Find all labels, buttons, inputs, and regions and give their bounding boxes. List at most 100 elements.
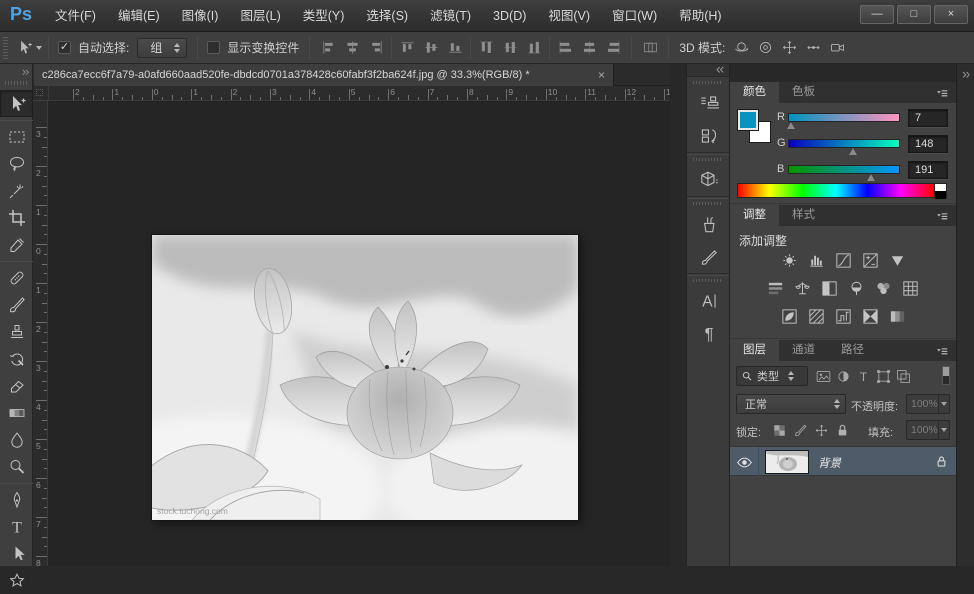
3d-orbit-button[interactable] xyxy=(730,37,752,59)
shape-layer-filter-button[interactable] xyxy=(874,367,893,386)
document-tab[interactable]: c286ca7ecc6f7a79-a0afd660aad520fe-dbdcd0… xyxy=(34,64,614,86)
auto-select-target-dropdown[interactable]: 组 xyxy=(137,38,187,58)
dock-gripper[interactable] xyxy=(687,199,729,207)
dock-panel-3d-button[interactable] xyxy=(687,163,731,196)
align-left-button[interactable] xyxy=(317,37,339,59)
smart-object-filter-button[interactable] xyxy=(894,367,913,386)
tool-horizontal-type[interactable]: T xyxy=(0,513,33,540)
slider-track-g[interactable] xyxy=(788,139,900,148)
maximize-button[interactable]: □ xyxy=(897,5,931,24)
layers-panel-tab-3[interactable]: 路径 xyxy=(828,340,877,361)
auto-align-button[interactable] xyxy=(639,37,661,59)
lock-all-button[interactable] xyxy=(833,421,851,439)
tool-brush[interactable] xyxy=(0,291,33,318)
menu-item-w[interactable]: 窗口(W) xyxy=(601,0,668,32)
pixel-layer-filter-button[interactable] xyxy=(814,367,833,386)
align-bottom-button[interactable] xyxy=(444,37,466,59)
adjustment-exposure-button[interactable] xyxy=(859,250,881,270)
expand-panels-button[interactable] xyxy=(687,64,729,77)
horizontal-ruler[interactable]: 21012345678910111213 xyxy=(49,86,670,101)
lock-transparency-button[interactable] xyxy=(770,421,788,439)
dist-v-center-button[interactable] xyxy=(499,37,521,59)
adjustment-hue-saturation-button[interactable] xyxy=(765,278,787,298)
tool-lasso[interactable] xyxy=(0,150,33,177)
close-button[interactable]: × xyxy=(934,5,968,24)
dock-panel-brush-presets-button[interactable] xyxy=(687,240,731,273)
dist-bottom-button[interactable] xyxy=(523,37,545,59)
tool-clone-stamp[interactable] xyxy=(0,318,33,345)
3d-slide-button[interactable] xyxy=(802,37,824,59)
dist-left-button[interactable] xyxy=(554,37,576,59)
menu-item-dd[interactable]: 3D(D) xyxy=(482,0,537,32)
dock-panel-clone-source-button[interactable] xyxy=(687,86,731,119)
tab-close-icon[interactable]: × xyxy=(598,68,605,82)
adjustments-panel-flyout-button[interactable] xyxy=(932,205,952,226)
minimize-button[interactable]: — xyxy=(860,5,894,24)
tool-eraser[interactable] xyxy=(0,372,33,399)
fill-dropdown[interactable]: 100% xyxy=(906,420,950,440)
ruler-corner[interactable] xyxy=(33,86,49,101)
tool-eyedropper[interactable] xyxy=(0,231,33,258)
slider-value-g[interactable]: 148 xyxy=(908,135,948,153)
menu-item-s[interactable]: 选择(S) xyxy=(355,0,419,32)
align-top-button[interactable] xyxy=(396,37,418,59)
adjustments-panel-tab-2[interactable]: 样式 xyxy=(779,205,828,226)
white-black-ramp[interactable] xyxy=(935,183,947,198)
menu-item-f[interactable]: 文件(F) xyxy=(44,0,107,32)
adjustment-channel-mixer-button[interactable] xyxy=(873,278,895,298)
dock-panel-character-button[interactable]: A xyxy=(687,284,731,317)
3d-zoom-camera-button[interactable] xyxy=(826,37,848,59)
3d-pan-button[interactable] xyxy=(778,37,800,59)
lock-position-button[interactable] xyxy=(812,421,830,439)
toolbox-collapse-button[interactable] xyxy=(0,66,33,78)
align-v-center-button[interactable] xyxy=(420,37,442,59)
tool-quick-selection[interactable] xyxy=(0,177,33,204)
tool-spot-healing-brush[interactable] xyxy=(0,264,33,291)
adjustment-curves-button[interactable] xyxy=(832,250,854,270)
color-panel-tab-2[interactable]: 色板 xyxy=(779,82,828,103)
tool-custom-shape[interactable] xyxy=(0,567,33,594)
layers-panel-tab-1[interactable]: 图层 xyxy=(730,340,779,361)
adjustment-layer-filter-button[interactable] xyxy=(834,367,853,386)
menu-item-e[interactable]: 编辑(E) xyxy=(107,0,171,32)
tool-path-selection[interactable] xyxy=(0,540,33,567)
layer-thumbnail[interactable] xyxy=(765,450,809,474)
dock-panel-tool-presets-button[interactable] xyxy=(687,207,731,240)
adjustment-color-balance-button[interactable] xyxy=(792,278,814,298)
slider-thumb-g[interactable] xyxy=(849,148,857,155)
color-spectrum-ramp[interactable] xyxy=(737,183,935,198)
tool-gradient[interactable] xyxy=(0,399,33,426)
show-transform-checkbox[interactable] xyxy=(207,41,220,54)
menu-item-t[interactable]: 滤镜(T) xyxy=(419,0,482,32)
adjustment-threshold-button[interactable] xyxy=(832,306,854,326)
adjustment-gradient-map-button[interactable] xyxy=(859,306,881,326)
layer-row-background[interactable]: 背景 xyxy=(730,446,956,476)
collapse-panels-button[interactable] xyxy=(959,69,973,81)
menu-item-y[interactable]: 类型(Y) xyxy=(292,0,356,32)
menu-item-l[interactable]: 图层(L) xyxy=(229,0,291,32)
slider-value-r[interactable]: 7 xyxy=(908,109,948,127)
align-h-center-button[interactable] xyxy=(341,37,363,59)
dist-right-button[interactable] xyxy=(602,37,624,59)
adjustment-black-white-button[interactable] xyxy=(819,278,841,298)
options-bar-gripper[interactable] xyxy=(3,37,8,59)
dock-gripper[interactable] xyxy=(687,155,729,163)
toolbox-gripper[interactable] xyxy=(5,81,28,85)
slider-track-b[interactable] xyxy=(788,165,900,174)
adjustment-color-lookup-button[interactable] xyxy=(900,278,922,298)
color-panel-flyout-button[interactable] xyxy=(932,82,952,103)
slider-thumb-r[interactable] xyxy=(787,122,795,129)
blend-mode-dropdown[interactable]: 正常 xyxy=(736,394,846,414)
auto-select-checkbox[interactable]: ✓ xyxy=(58,41,71,54)
slider-track-r[interactable] xyxy=(788,113,900,122)
layer-filter-type-dropdown[interactable]: 类型 xyxy=(736,366,808,386)
foreground-color-swatch[interactable] xyxy=(737,109,759,131)
slider-thumb-b[interactable] xyxy=(867,174,875,181)
dock-gripper[interactable] xyxy=(687,276,729,284)
align-right-button[interactable] xyxy=(365,37,387,59)
color-panel-tab-1[interactable]: 颜色 xyxy=(730,82,779,103)
type-layer-filter-button[interactable]: T xyxy=(854,367,873,386)
canvas-image[interactable]: stock.tuchong.com xyxy=(152,235,578,520)
layers-panel-flyout-button[interactable] xyxy=(932,340,952,361)
layers-panel-tab-2[interactable]: 通道 xyxy=(779,340,828,361)
